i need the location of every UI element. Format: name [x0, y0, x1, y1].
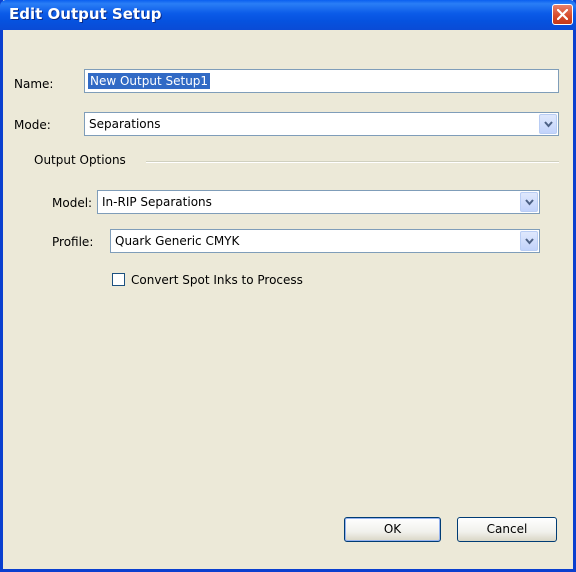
profile-select[interactable]: Quark Generic CMYK	[110, 229, 540, 253]
profile-dropdown-button[interactable]	[520, 231, 538, 251]
profile-label: Profile:	[52, 235, 94, 249]
cancel-button[interactable]: Cancel	[457, 517, 557, 542]
name-field[interactable]: New Output Setup1	[84, 69, 559, 93]
name-label: Name:	[14, 77, 54, 91]
convert-spot-inks-checkbox[interactable]	[112, 273, 125, 286]
title-bar[interactable]: Edit Output Setup	[0, 0, 576, 30]
output-options-group-label: Output Options	[34, 153, 126, 167]
model-label: Model:	[52, 196, 93, 210]
model-dropdown-button[interactable]	[520, 192, 538, 212]
ok-button[interactable]: OK	[344, 517, 441, 542]
close-icon	[557, 9, 568, 20]
mode-select[interactable]: Separations	[84, 112, 559, 136]
close-button[interactable]	[552, 4, 573, 25]
model-select[interactable]: In-RIP Separations	[97, 190, 540, 214]
chevron-down-icon	[525, 238, 534, 245]
profile-select-value: Quark Generic CMYK	[115, 234, 240, 248]
chevron-down-icon	[544, 121, 553, 128]
name-field-value: New Output Setup1	[88, 73, 211, 89]
convert-spot-inks-label[interactable]: Convert Spot Inks to Process	[131, 273, 303, 287]
mode-select-value: Separations	[89, 117, 161, 131]
model-select-value: In-RIP Separations	[102, 195, 212, 209]
dialog-title: Edit Output Setup	[9, 5, 162, 23]
mode-label: Mode:	[14, 118, 51, 132]
mode-dropdown-button[interactable]	[539, 114, 557, 134]
chevron-down-icon	[525, 199, 534, 206]
group-divider	[146, 161, 559, 163]
